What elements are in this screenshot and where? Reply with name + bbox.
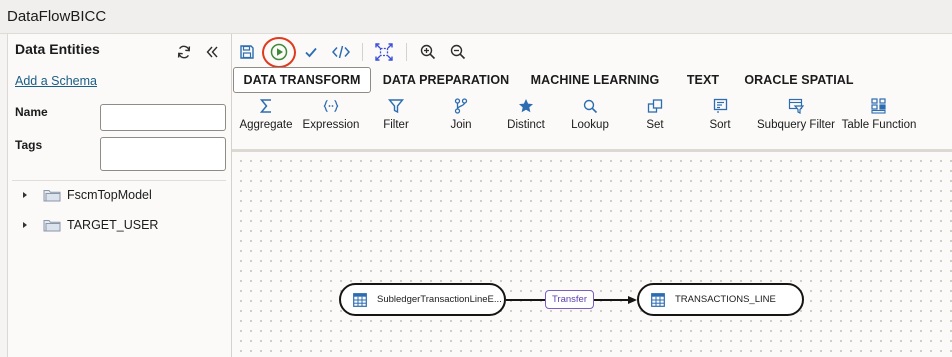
tree-item-target-user[interactable]: TARGET_USER: [23, 215, 158, 235]
tool-label: Lookup: [571, 119, 609, 131]
zoom-in-icon: [420, 44, 436, 60]
expression-tool[interactable]: Expression: [299, 96, 363, 136]
tool-label: Aggregate: [239, 119, 293, 131]
expand-caret-icon[interactable]: [23, 215, 33, 235]
toolbar-divider: [406, 43, 407, 61]
toolbar-divider: [362, 43, 363, 61]
join-tool[interactable]: Join: [442, 96, 480, 136]
data-entities-panel: Data Entities Add a Schema Name Tags Fsc…: [7, 34, 232, 357]
star-icon: [518, 96, 534, 116]
set-icon: [647, 96, 663, 116]
data-flow-editor: DATA TRANSFORM DATA PREPARATION MACHINE …: [232, 34, 952, 357]
tags-label: Tags: [15, 138, 43, 152]
save-icon: [240, 45, 254, 59]
table-function-icon: [871, 96, 887, 116]
sort-tool[interactable]: Sort: [704, 96, 736, 136]
tool-label: Join: [450, 119, 472, 131]
fit-to-screen-icon: [375, 43, 393, 61]
code-button[interactable]: [328, 39, 354, 65]
name-label: Name: [15, 105, 48, 119]
transfer-link-label[interactable]: Transfer: [545, 290, 594, 309]
tree-divider: [12, 180, 226, 181]
save-button[interactable]: [234, 39, 260, 65]
filter-tool[interactable]: Filter: [376, 96, 416, 136]
folder-icon: [43, 185, 63, 205]
code-icon: [332, 45, 350, 59]
run-button[interactable]: [266, 39, 292, 65]
table-icon: [651, 292, 665, 307]
table-icon: [353, 292, 367, 307]
distinct-tool[interactable]: Distinct: [502, 96, 550, 136]
target-node[interactable]: TRANSACTIONS_LINE: [637, 283, 804, 316]
tree-item-label: TARGET_USER: [67, 218, 159, 232]
zoom-out-button[interactable]: [445, 39, 471, 65]
tool-label: Distinct: [507, 119, 545, 131]
join-icon: [454, 96, 468, 116]
tab-oracle-spatial[interactable]: ORACLE SPATIAL: [744, 67, 854, 93]
refresh-icon: [177, 45, 191, 59]
set-tool[interactable]: Set: [640, 96, 670, 136]
search-icon: [583, 96, 598, 116]
table-function-tool[interactable]: Table Function: [840, 96, 918, 136]
transform-tools: Aggregate Expression Filter Join Distinc…: [232, 96, 952, 136]
link-line: [506, 299, 545, 301]
tool-label: Set: [646, 119, 664, 131]
tree-item-fscmtopmodel[interactable]: FscmTopModel: [23, 185, 152, 205]
add-schema-link[interactable]: Add a Schema: [15, 74, 97, 88]
source-node[interactable]: SubledgerTransactionLineE...: [339, 283, 506, 316]
expression-icon: [323, 96, 339, 116]
filter-icon: [388, 96, 404, 116]
checkmark-icon: [305, 47, 317, 58]
tool-label: Table Function: [841, 119, 917, 131]
zoom-in-button[interactable]: [415, 39, 441, 65]
subquery-filter-tool[interactable]: Subquery Filter: [756, 96, 836, 136]
refresh-button[interactable]: [174, 42, 194, 62]
zoom-out-icon: [450, 44, 466, 60]
name-input[interactable]: [100, 104, 226, 131]
tab-data-transform[interactable]: DATA TRANSFORM: [233, 67, 371, 93]
tab-data-preparation[interactable]: DATA PREPARATION: [381, 67, 511, 93]
tab-machine-learning[interactable]: MACHINE LEARNING: [531, 67, 660, 93]
link-line: [594, 299, 632, 301]
sigma-icon: [259, 96, 273, 116]
tool-label: Subquery Filter: [757, 119, 835, 131]
design-canvas[interactable]: SubledgerTransactionLineE... Transfer TR…: [232, 149, 952, 357]
collapse-panel-button[interactable]: [202, 42, 222, 62]
subquery-filter-icon: [788, 96, 804, 116]
target-node-label: TRANSACTIONS_LINE: [675, 294, 776, 305]
double-chevron-left-icon: [206, 46, 218, 58]
sort-icon: [713, 96, 728, 116]
app-title: DataFlowBICC: [7, 8, 107, 25]
validate-button[interactable]: [298, 39, 324, 65]
component-tabs: DATA TRANSFORM DATA PREPARATION MACHINE …: [232, 67, 952, 93]
tree-item-label: FscmTopModel: [67, 188, 152, 202]
tool-label: Sort: [709, 119, 731, 131]
tool-label: Expression: [302, 119, 360, 131]
tags-input[interactable]: [100, 137, 226, 171]
source-node-label: SubledgerTransactionLineE...: [377, 294, 502, 305]
fit-to-screen-button[interactable]: [371, 39, 397, 65]
expand-caret-icon[interactable]: [23, 185, 33, 205]
aggregate-tool[interactable]: Aggregate: [236, 96, 296, 136]
lookup-tool[interactable]: Lookup: [568, 96, 612, 136]
title-bar: DataFlowBICC: [0, 0, 952, 34]
folder-icon: [43, 215, 63, 235]
panel-title: Data Entities: [15, 41, 100, 57]
tool-label: Filter: [383, 119, 409, 131]
tab-text[interactable]: TEXT: [682, 67, 724, 93]
play-icon: [270, 43, 288, 61]
